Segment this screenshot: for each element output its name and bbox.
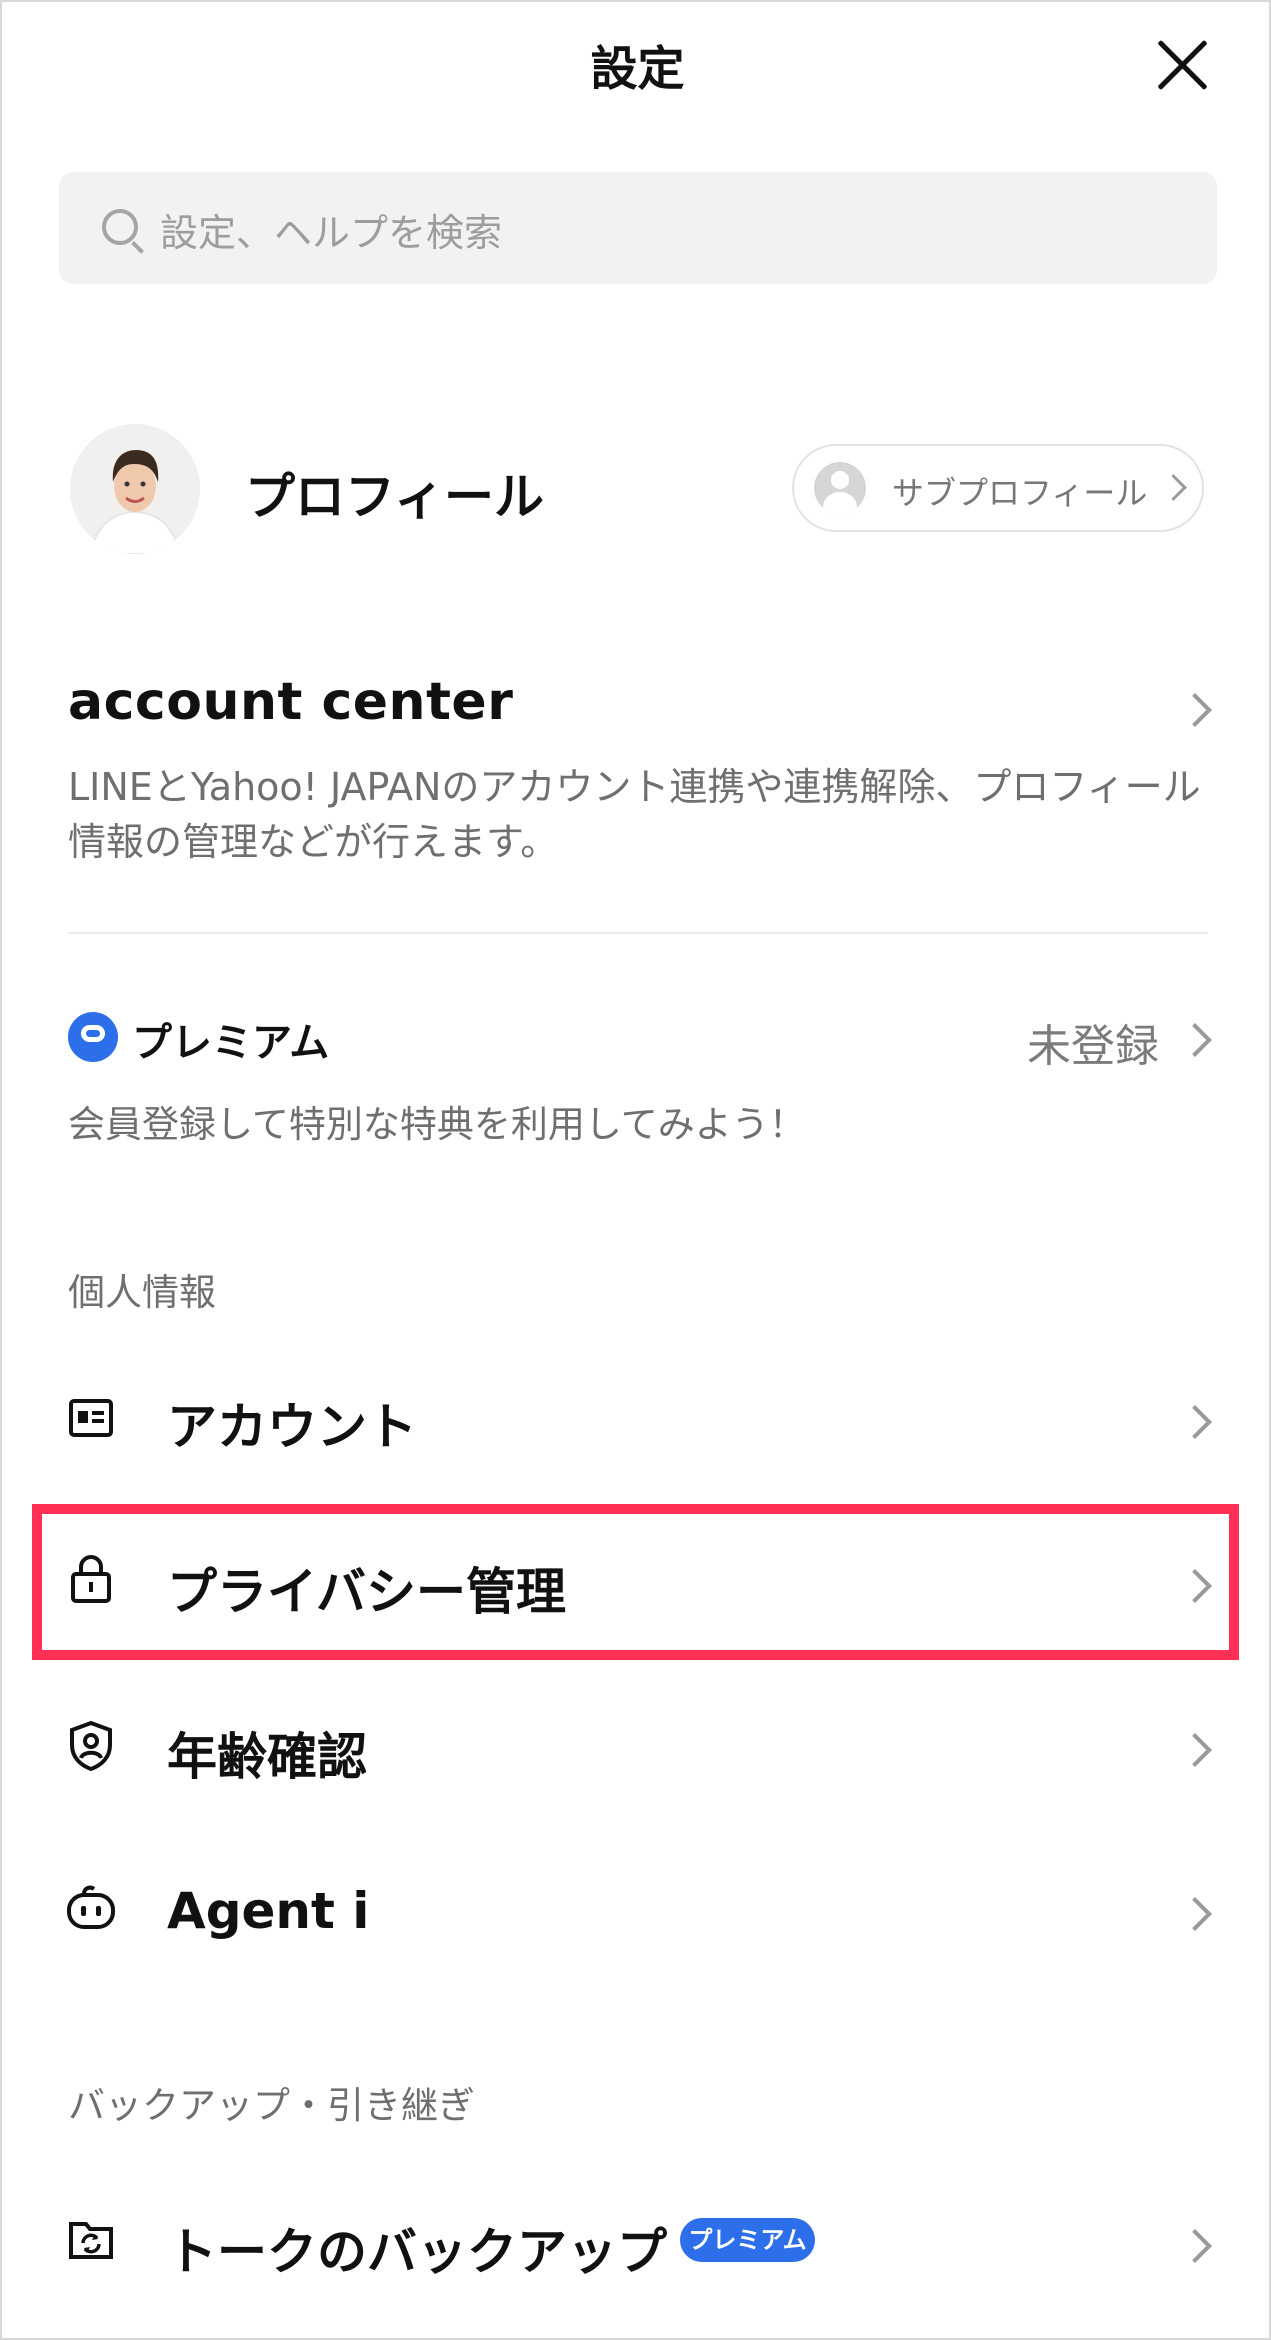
folder-sync-icon	[69, 2222, 113, 2259]
section-header-backup: バックアップ・引き継ぎ	[68, 2084, 475, 2127]
chevron-right-icon[interactable]	[1178, 693, 1212, 727]
age-verification-label: 年齢確認	[167, 1728, 367, 1786]
settings-screen: 設定 設定、ヘルプを検索 プロフィール サブプロフィール account cen…	[0, 0, 1271, 2340]
robot-icon	[67, 1885, 115, 1929]
chevron-right-icon[interactable]	[1178, 1023, 1212, 1057]
agent-i-label: Agent i	[167, 1882, 370, 1940]
search-icon	[102, 209, 138, 245]
sub-profile-avatar-icon	[814, 462, 866, 514]
divider	[68, 932, 1208, 934]
highlight-box	[32, 1504, 1239, 1660]
id-card-icon	[69, 1399, 113, 1437]
page-title: 設定	[590, 42, 685, 97]
sub-profile-label: サブプロフィール	[892, 474, 1148, 512]
profile-name[interactable]: プロフィール	[245, 457, 544, 529]
account-label: アカウント	[167, 1398, 417, 1456]
premium-badge: プレミアム	[680, 2218, 815, 2262]
talk-backup-label: トークのバックアップ	[167, 2223, 667, 2281]
account-center-description: LINEとYahoo! JAPANのアカウント連携や連携解除、プロフィール情報の…	[68, 765, 1201, 864]
shield-person-icon	[70, 1720, 112, 1772]
premium-description: 会員登録して特別な特典を利用してみよう！	[68, 1103, 806, 1146]
section-header-personal: 個人情報	[68, 1271, 216, 1314]
close-icon[interactable]	[1152, 34, 1212, 94]
premium-status[interactable]: 未登録	[1027, 1010, 1159, 1074]
account-center-title[interactable]: account center	[68, 672, 513, 732]
search-placeholder: 設定、ヘルプを検索	[160, 211, 503, 255]
avatar[interactable]	[70, 424, 200, 554]
premium-logo-icon	[68, 1012, 118, 1062]
premium-title[interactable]: プレミアム	[132, 1010, 329, 1068]
